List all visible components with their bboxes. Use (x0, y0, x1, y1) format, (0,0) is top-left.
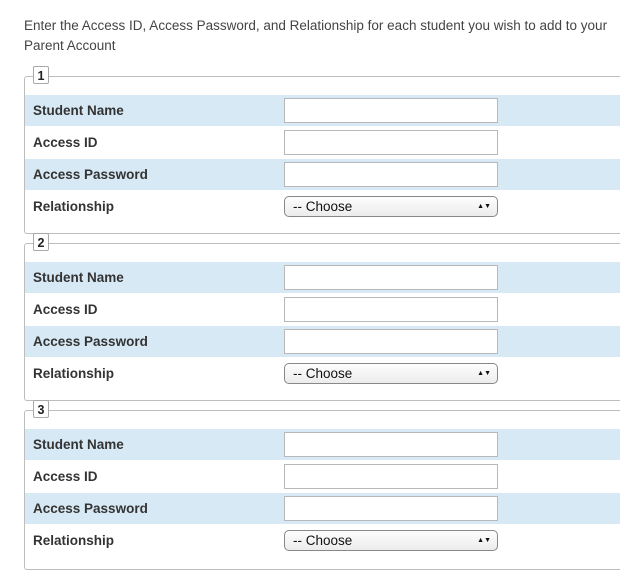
access-id-row: Access ID (25, 294, 620, 325)
instructions-text: Enter the Access ID, Access Password, an… (24, 18, 608, 53)
student-name-label: Student Name (33, 270, 124, 285)
relationship-select[interactable]: -- Choose ▲▼ (284, 363, 498, 384)
access-password-label: Access Password (33, 501, 148, 516)
student-fieldset-3: 3 Student Name Access ID Access Password… (24, 400, 620, 570)
student-name-row: Student Name (25, 95, 620, 126)
relationship-selected-value: -- Choose (293, 366, 353, 381)
student-name-label: Student Name (33, 103, 124, 118)
access-id-input[interactable] (284, 464, 498, 489)
student-name-input[interactable] (284, 265, 498, 290)
up-down-arrows-icon: ▲▼ (477, 369, 491, 377)
access-password-input[interactable] (284, 162, 498, 187)
access-password-label: Access Password (33, 167, 148, 182)
access-id-label: Access ID (33, 469, 98, 484)
access-password-label: Access Password (33, 334, 148, 349)
access-password-input[interactable] (284, 329, 498, 354)
access-id-input[interactable] (284, 297, 498, 322)
access-password-row: Access Password (25, 159, 620, 190)
access-password-input[interactable] (284, 496, 498, 521)
access-id-row: Access ID (25, 127, 620, 158)
relationship-label: Relationship (33, 199, 115, 214)
fieldset-number: 2 (33, 233, 49, 251)
access-id-label: Access ID (33, 135, 98, 150)
access-password-row: Access Password (25, 326, 620, 357)
up-down-arrows-icon: ▲▼ (477, 202, 491, 210)
relationship-row: Relationship -- Choose ▲▼ (25, 525, 620, 556)
student-name-label: Student Name (33, 437, 124, 452)
relationship-selected-value: -- Choose (293, 199, 353, 214)
student-fieldset-1: 1 Student Name Access ID Access Password… (24, 66, 620, 234)
fieldset-number: 1 (33, 66, 49, 84)
student-name-row: Student Name (25, 262, 620, 293)
relationship-label: Relationship (33, 533, 115, 548)
access-id-label: Access ID (33, 302, 98, 317)
relationship-select[interactable]: -- Choose ▲▼ (284, 196, 498, 217)
relationship-select[interactable]: -- Choose ▲▼ (284, 530, 498, 551)
relationship-label: Relationship (33, 366, 115, 381)
relationship-selected-value: -- Choose (293, 533, 353, 548)
access-id-input[interactable] (284, 130, 498, 155)
access-id-row: Access ID (25, 461, 620, 492)
student-fieldset-2: 2 Student Name Access ID Access Password… (24, 233, 620, 401)
access-password-row: Access Password (25, 493, 620, 524)
student-name-row: Student Name (25, 429, 620, 460)
student-name-input[interactable] (284, 432, 498, 457)
student-name-input[interactable] (284, 98, 498, 123)
relationship-row: Relationship -- Choose ▲▼ (25, 358, 620, 389)
fieldset-number: 3 (33, 400, 49, 418)
relationship-row: Relationship -- Choose ▲▼ (25, 191, 620, 222)
up-down-arrows-icon: ▲▼ (477, 536, 491, 544)
